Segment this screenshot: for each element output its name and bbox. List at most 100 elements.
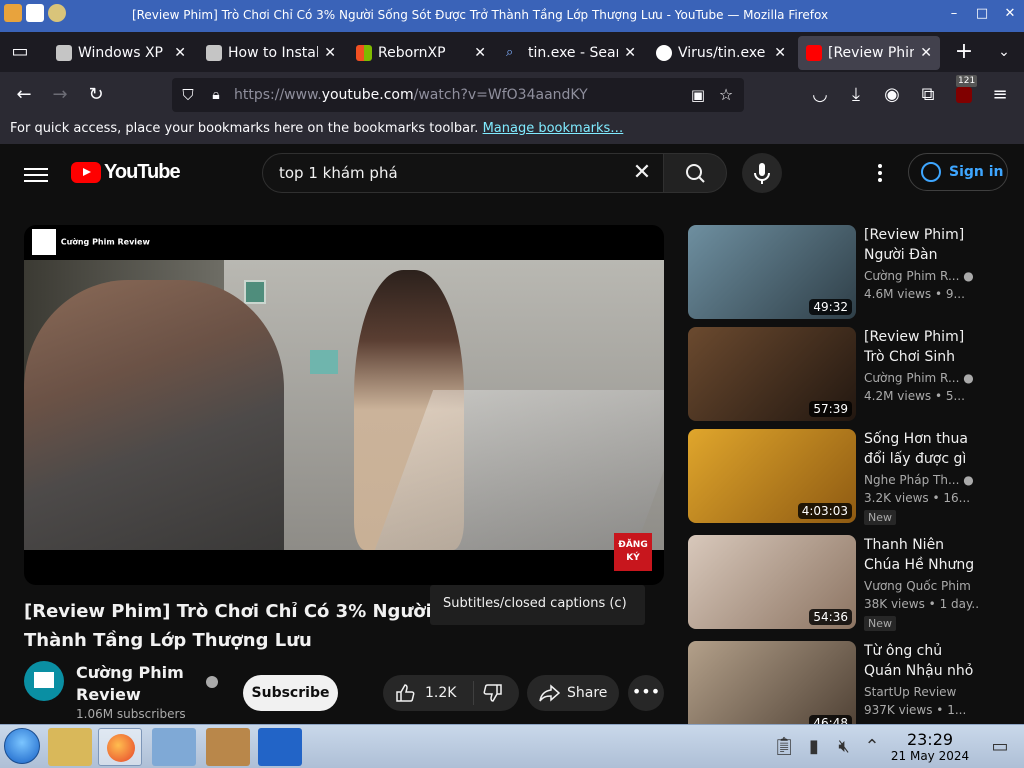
window-menu-icon[interactable]: [26, 4, 44, 22]
maximize-icon[interactable]: □: [972, 4, 992, 24]
kde-icon[interactable]: [258, 728, 302, 766]
close-tab-icon[interactable]: ✕: [174, 45, 186, 61]
channel-name[interactable]: Nghe Pháp Th... ●: [864, 473, 974, 487]
volume-muted-icon[interactable]: 🔇︎: [832, 735, 856, 759]
firefox-taskbar-button[interactable]: [98, 728, 142, 766]
search-box[interactable]: top 1 khám phá ✕: [262, 153, 664, 193]
video-thumbnail[interactable]: 54:36: [688, 535, 856, 629]
channel-name[interactable]: Vương Quốc Phim ...: [864, 579, 974, 593]
like-button[interactable]: 1.2K: [395, 683, 475, 703]
package-icon[interactable]: [206, 728, 250, 766]
dislike-button[interactable]: [483, 683, 503, 703]
sign-in-button[interactable]: Sign in: [908, 153, 1008, 191]
close-tab-icon[interactable]: ✕: [774, 45, 786, 61]
file-manager-icon[interactable]: [48, 728, 92, 766]
ublock-icon[interactable]: 121: [952, 75, 978, 107]
chevron-down-icon[interactable]: ⌄: [992, 40, 1016, 64]
close-icon[interactable]: ✕: [1000, 4, 1020, 24]
video-title[interactable]: Sống Hơn thua đổi lấy được gì ...: [864, 429, 979, 469]
more-actions-icon[interactable]: •••: [628, 675, 664, 711]
channel-name[interactable]: Cường Phim R... ●: [864, 269, 974, 283]
show-desktop-icon[interactable]: ▭: [988, 735, 1012, 759]
reload-icon[interactable]: ↻: [84, 83, 108, 107]
start-button[interactable]: [4, 728, 40, 764]
youtube-play-icon: [71, 162, 101, 183]
video-scene-painting: [244, 280, 266, 304]
video-duration: 57:39: [809, 401, 852, 417]
battery-icon[interactable]: ▮: [802, 735, 826, 759]
subscribe-button[interactable]: Subscribe: [243, 675, 338, 711]
account-icon[interactable]: ◉: [880, 83, 904, 107]
pin-icon[interactable]: [48, 4, 66, 22]
pocket-icon[interactable]: ◡: [808, 83, 832, 107]
manage-bookmarks-link[interactable]: Manage bookmarks…: [483, 121, 624, 136]
guide-menu-icon[interactable]: [24, 164, 48, 184]
video-meta: 38K views • 1 day...: [864, 597, 979, 611]
voice-search-button[interactable]: [742, 153, 782, 193]
lock-icon[interactable]: 🔒︎: [204, 83, 228, 107]
video-meta: 4.2M views • 5...: [864, 389, 965, 403]
list-item[interactable]: 4:03:03 Sống Hơn thua đổi lấy được gì ..…: [688, 429, 988, 525]
tab-virus-tin-exe[interactable]: Virus/tin.exe ✕: [648, 36, 794, 70]
settings-kebab-icon[interactable]: [878, 164, 884, 182]
channel-name[interactable]: Cường Phim R... ●: [864, 371, 974, 385]
video-thumbnail[interactable]: 49:32: [688, 225, 856, 319]
remote-desktop-icon[interactable]: [152, 728, 196, 766]
share-button[interactable]: Share: [527, 675, 619, 711]
clipboard-icon[interactable]: 📋︎: [772, 735, 796, 759]
tab-rebornxp[interactable]: RebornXP ✕: [348, 36, 494, 70]
page-icon: [206, 45, 222, 61]
youtube-logo[interactable]: YouTube: [71, 161, 181, 184]
channel-name[interactable]: StartUp Review: [864, 685, 974, 699]
video-thumbnail[interactable]: 4:03:03: [688, 429, 856, 523]
bookmark-star-icon[interactable]: ☆: [714, 83, 738, 107]
video-frame: [24, 260, 664, 550]
clock[interactable]: 23:29 21 May 2024: [890, 730, 970, 763]
taskbar: 📋︎ ▮ 🔇︎ ⌃ 23:29 21 May 2024 ▭: [0, 724, 1024, 768]
subscribe-overlay-badge[interactable]: ĐĂNG KÝ: [614, 533, 652, 571]
channel-avatar[interactable]: [24, 661, 64, 701]
channel-name[interactable]: Cường Phim Review: [76, 662, 196, 706]
video-player[interactable]: Cường Phim Review ĐĂNG KÝ: [24, 225, 664, 585]
like-count: 1.2K: [425, 685, 457, 701]
list-item[interactable]: 49:32 [Review Phim] Người Đàn Ông... Cườ…: [688, 225, 988, 320]
url-bar[interactable]: ⛉ 🔒︎ https://www.youtube.com/watch?v=WfO…: [172, 78, 744, 112]
downloads-icon[interactable]: ⤓: [844, 83, 868, 107]
minimize-icon[interactable]: –: [944, 4, 964, 24]
search-button[interactable]: [663, 153, 727, 193]
close-tab-icon[interactable]: ✕: [920, 45, 932, 61]
video-title[interactable]: Thanh Niên Chúa Hề Nhưng Lại Bị...: [864, 535, 979, 575]
video-title[interactable]: Từ ông chủ Quán Nhậu nhỏ ở...: [864, 641, 979, 681]
close-tab-icon[interactable]: ✕: [624, 45, 636, 61]
video-duration: 54:36: [809, 609, 852, 625]
back-arrow-icon[interactable]: ←: [12, 83, 36, 107]
list-all-tabs-icon[interactable]: ▭: [8, 40, 32, 64]
url-text[interactable]: https://www.youtube.com/watch?v=WfO34aan…: [234, 87, 588, 103]
list-item[interactable]: 57:39 [Review Phim] Trò Chơi Sinh T... C…: [688, 327, 988, 422]
video-duration: 4:03:03: [797, 503, 852, 519]
new-tab-icon[interactable]: +: [952, 40, 976, 64]
video-title[interactable]: [Review Phim] Người Đàn Ông...: [864, 225, 979, 265]
video-scene-painting: [310, 350, 338, 374]
video-thumbnail[interactable]: 46:48: [688, 641, 856, 724]
search-input[interactable]: top 1 khám phá: [279, 164, 398, 182]
video-thumbnail[interactable]: 57:39: [688, 327, 856, 421]
list-item[interactable]: 54:36 Thanh Niên Chúa Hề Nhưng Lại Bị...…: [688, 535, 988, 631]
tab-tin-exe-search[interactable]: ⌕ tin.exe - Sear ✕: [498, 36, 644, 70]
shield-icon[interactable]: ⛉: [176, 83, 200, 107]
hamburger-menu-icon[interactable]: ≡: [988, 83, 1012, 107]
tab-youtube-review-phim[interactable]: [Review Phim ✕: [798, 36, 940, 70]
forward-arrow-icon[interactable]: →: [48, 83, 72, 107]
close-tab-icon[interactable]: ✕: [324, 45, 336, 61]
firefox-icon[interactable]: [4, 4, 22, 22]
extensions-icon[interactable]: ⧉: [916, 83, 940, 107]
clear-search-icon[interactable]: ✕: [629, 160, 655, 186]
thumbs-up-icon: [396, 684, 415, 702]
video-title[interactable]: [Review Phim] Trò Chơi Sinh T...: [864, 327, 979, 367]
tab-windows-xp[interactable]: Windows XP S ✕: [48, 36, 194, 70]
list-item[interactable]: 46:48 Từ ông chủ Quán Nhậu nhỏ ở... Star…: [688, 641, 988, 724]
picture-in-picture-icon[interactable]: ▣: [686, 83, 710, 107]
tab-how-to-install[interactable]: How to Install ✕: [198, 36, 344, 70]
close-tab-icon[interactable]: ✕: [474, 45, 486, 61]
chevron-up-icon[interactable]: ⌃: [860, 735, 884, 759]
